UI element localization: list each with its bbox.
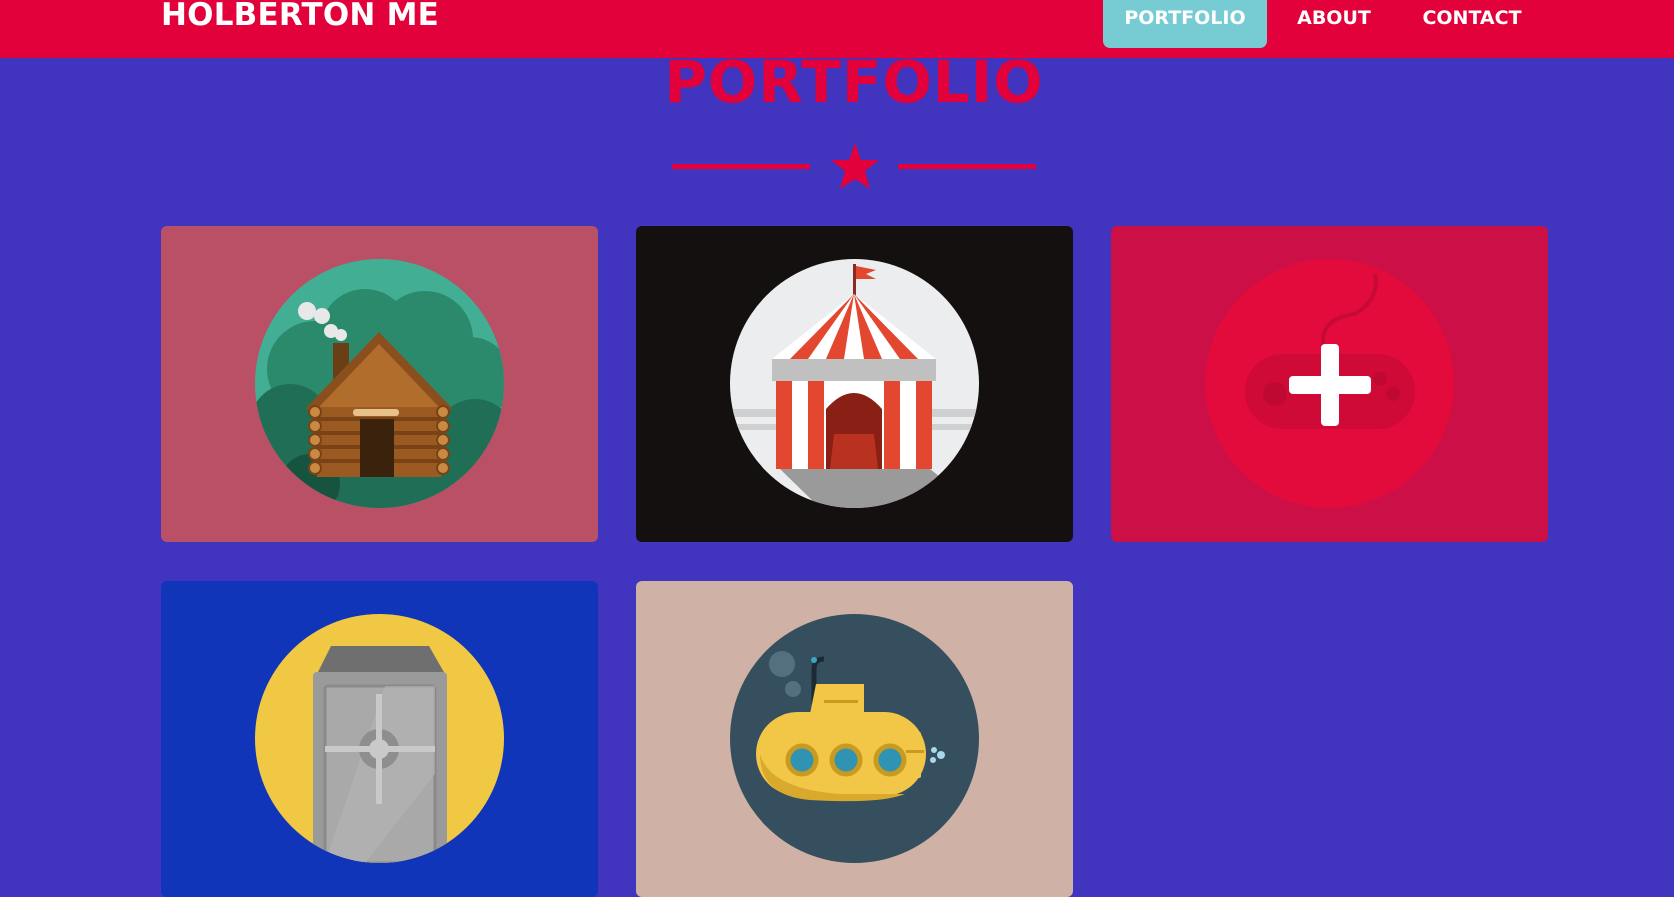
divider-line-left [672, 164, 810, 169]
portfolio-item-circus[interactable] [636, 226, 1073, 542]
submarine-icon [730, 614, 979, 863]
portfolio-item-cabin[interactable] [161, 226, 598, 542]
nav-item-portfolio[interactable]: PORTFOLIO [1103, 0, 1267, 48]
divider-line-right [898, 164, 1036, 169]
portfolio-item-safe[interactable] [161, 581, 598, 897]
page-title: PORTFOLIO [664, 48, 1044, 116]
portfolio-item-game[interactable] [1111, 226, 1548, 542]
nav-item-contact[interactable]: CONTACT [1410, 0, 1534, 48]
star-icon [831, 143, 879, 189]
nav-item-about[interactable]: ABOUT [1280, 0, 1388, 48]
plus-icon[interactable] [1289, 344, 1371, 426]
portfolio-item-submarine[interactable] [636, 581, 1073, 897]
circus-tent-icon [730, 259, 979, 508]
log-cabin-icon [255, 259, 504, 508]
safe-icon [255, 614, 504, 863]
brand-logo[interactable]: HOLBERTON ME [161, 0, 439, 33]
